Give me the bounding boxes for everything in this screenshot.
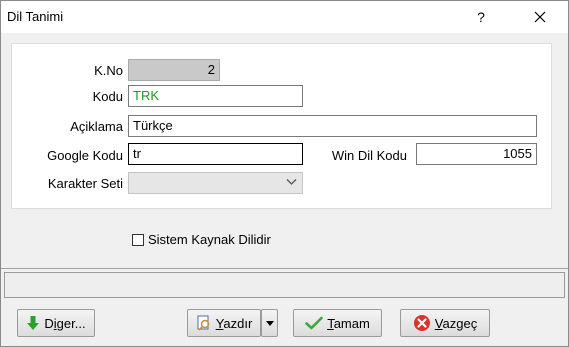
aciklama-label: Açiklama — [70, 119, 123, 134]
yazdir-dropdown-button[interactable] — [261, 309, 278, 337]
vazgec-label: Vazgeç — [434, 315, 478, 331]
dialog-body: K.No 2 Kodu TRK Açiklama Türkçe Google K… — [1, 33, 568, 346]
yazdir-label: Yazdır — [215, 315, 253, 331]
vazgec-button[interactable]: Vazgeç — [400, 309, 490, 337]
win-dil-kodu-label: Win Dil Kodu — [331, 148, 407, 163]
green-check-icon — [305, 316, 323, 330]
sistem-kaynak-label: Sistem Kaynak Dilidir — [148, 232, 271, 247]
kno-label: K.No — [94, 63, 123, 78]
separator — [1, 268, 568, 269]
help-button[interactable]: ? — [453, 1, 509, 33]
red-cancel-icon — [413, 314, 431, 332]
kodu-field[interactable]: TRK — [128, 85, 303, 107]
diger-label: Diger... — [44, 315, 86, 331]
google-kodu-field[interactable]: tr — [128, 143, 303, 165]
green-down-arrow-icon — [26, 315, 40, 331]
chevron-down-icon — [286, 179, 297, 185]
tamam-button[interactable]: Tamam — [293, 309, 382, 337]
caret-down-icon — [265, 320, 274, 326]
status-bar — [4, 272, 565, 298]
sistem-kaynak-checkbox[interactable] — [132, 233, 144, 246]
title-bar: Dil Tanimi ? — [1, 1, 568, 33]
karakter-seti-label: Karakter Seti — [47, 176, 123, 191]
win-dil-kodu-field[interactable]: 1055 — [416, 143, 537, 165]
close-icon — [534, 11, 545, 23]
tamam-label: Tamam — [327, 315, 370, 331]
kno-field: 2 — [128, 59, 220, 81]
diger-button[interactable]: Diger... — [17, 309, 95, 337]
print-preview-icon — [196, 315, 212, 331]
karakter-seti-select[interactable] — [128, 172, 303, 194]
button-row: Diger... Yazdır Tamam Vazgeç — [1, 301, 568, 346]
google-kodu-label: Google Kodu — [47, 148, 123, 163]
window-title: Dil Tanimi — [7, 9, 64, 24]
dialog-window: Dil Tanimi ? K.No 2 Kodu TRK Açiklama Tü… — [0, 0, 569, 347]
yazdir-button[interactable]: Yazdır — [187, 309, 261, 337]
form-panel: K.No 2 Kodu TRK Açiklama Türkçe Google K… — [11, 43, 552, 209]
aciklama-field[interactable]: Türkçe — [128, 115, 537, 137]
sistem-kaynak-checkbox-row[interactable]: Sistem Kaynak Dilidir — [132, 232, 271, 247]
close-button[interactable] — [511, 1, 568, 33]
kodu-label: Kodu — [92, 89, 123, 104]
